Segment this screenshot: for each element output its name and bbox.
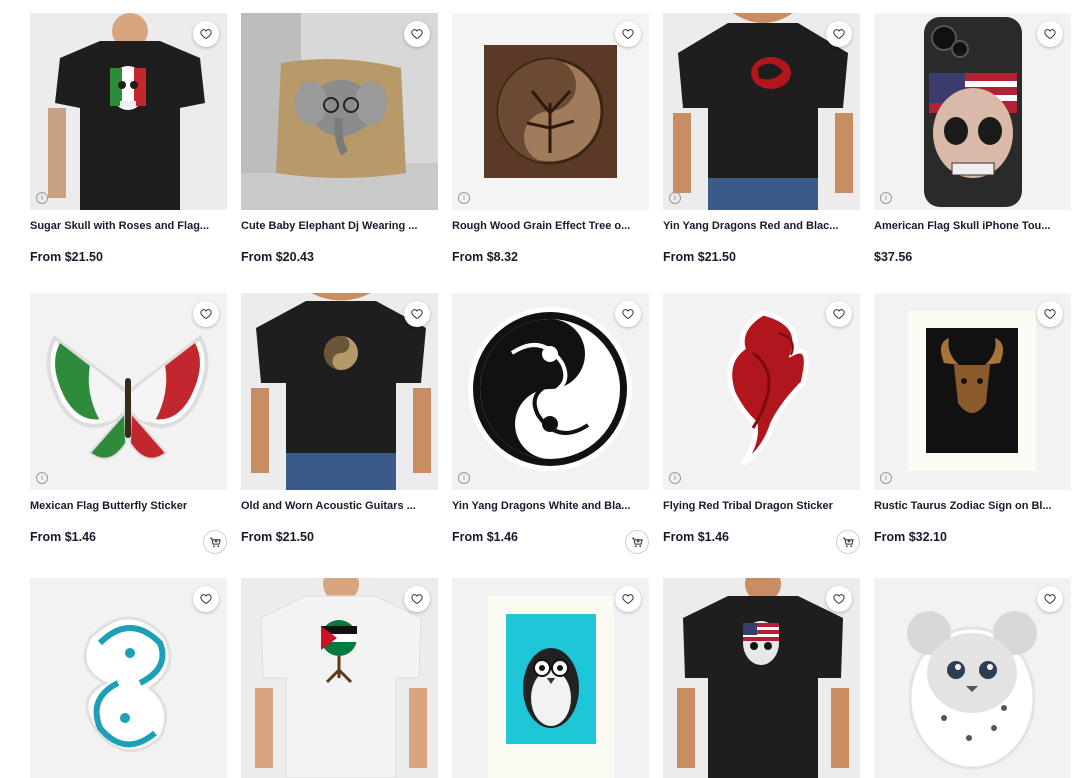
- heart-icon: [833, 29, 845, 40]
- product-image[interactable]: [241, 13, 438, 210]
- favorite-button[interactable]: [404, 301, 430, 327]
- product-price: From $21.50: [30, 250, 103, 264]
- favorite-button[interactable]: [193, 586, 219, 612]
- product-card[interactable]: Old and Worn Acoustic Guitars ... From $…: [241, 293, 438, 544]
- product-title[interactable]: Cute Baby Elephant Dj Wearing ...: [241, 220, 438, 232]
- product-image[interactable]: i: [663, 13, 860, 210]
- product-image[interactable]: i: [452, 293, 649, 490]
- product-title[interactable]: Yin Yang Dragons Red and Blac...: [663, 220, 860, 232]
- product-card[interactable]: i Sugar Skull with Roses and Flag... Fro…: [30, 13, 227, 264]
- heart-icon: [411, 29, 423, 40]
- info-icon[interactable]: i: [669, 472, 681, 484]
- favorite-button[interactable]: [1037, 586, 1063, 612]
- product-card[interactable]: i Yin Yang Dragons White and Bla... From…: [452, 293, 649, 554]
- product-card[interactable]: i Yin Yang Dragons Red and Blac... From …: [663, 13, 860, 264]
- heart-icon: [622, 309, 634, 320]
- product-price: From $21.50: [241, 530, 314, 544]
- favorite-button[interactable]: [193, 21, 219, 47]
- info-icon[interactable]: i: [36, 192, 48, 204]
- product-image[interactable]: [30, 578, 227, 778]
- favorite-button[interactable]: [615, 586, 641, 612]
- product-card[interactable]: [874, 578, 1071, 778]
- heart-icon: [1044, 309, 1056, 320]
- heart-icon: [200, 309, 212, 320]
- product-card[interactable]: [30, 578, 227, 778]
- info-icon[interactable]: i: [458, 192, 470, 204]
- add-to-cart-icon: [631, 537, 643, 547]
- heart-icon: [200, 594, 212, 605]
- product-card[interactable]: [241, 578, 438, 778]
- product-title[interactable]: Flying Red Tribal Dragon Sticker: [663, 500, 860, 512]
- add-to-cart-button[interactable]: [836, 530, 860, 554]
- heart-icon: [411, 594, 423, 605]
- product-title[interactable]: American Flag Skull iPhone Tou...: [874, 220, 1071, 232]
- product-card[interactable]: i Mexican Flag Butterfly Sticker From $1…: [30, 293, 227, 554]
- product-price: From $1.46: [452, 530, 519, 544]
- product-title[interactable]: Yin Yang Dragons White and Bla...: [452, 500, 649, 512]
- product-image[interactable]: [663, 578, 860, 778]
- product-image[interactable]: i: [452, 13, 649, 210]
- heart-icon: [1044, 29, 1056, 40]
- heart-icon: [833, 309, 845, 320]
- product-price: From $21.50: [663, 250, 736, 264]
- product-image[interactable]: i: [663, 293, 860, 490]
- product-image[interactable]: i: [874, 293, 1071, 490]
- favorite-button[interactable]: [615, 301, 641, 327]
- heart-icon: [622, 594, 634, 605]
- info-icon[interactable]: i: [36, 472, 48, 484]
- product-title[interactable]: Sugar Skull with Roses and Flag...: [30, 220, 227, 232]
- add-to-cart-icon: [842, 537, 854, 547]
- product-price: $37.56: [874, 250, 913, 264]
- info-icon[interactable]: i: [669, 192, 681, 204]
- product-card[interactable]: [663, 578, 860, 778]
- favorite-button[interactable]: [404, 21, 430, 47]
- heart-icon: [622, 29, 634, 40]
- add-to-cart-button[interactable]: [625, 530, 649, 554]
- product-title[interactable]: Rustic Taurus Zodiac Sign on Bl...: [874, 500, 1071, 512]
- favorite-button[interactable]: [615, 21, 641, 47]
- product-price: From $1.46: [30, 530, 97, 544]
- favorite-button[interactable]: [826, 586, 852, 612]
- favorite-button[interactable]: [826, 21, 852, 47]
- favorite-button[interactable]: [404, 586, 430, 612]
- product-image[interactable]: i: [874, 13, 1071, 210]
- product-price: From $32.10: [874, 530, 947, 544]
- product-title[interactable]: Old and Worn Acoustic Guitars ...: [241, 500, 438, 512]
- product-image[interactable]: [874, 578, 1071, 778]
- product-price: From $1.46: [663, 530, 730, 544]
- product-image[interactable]: [452, 578, 649, 778]
- info-icon[interactable]: i: [458, 472, 470, 484]
- product-card[interactable]: Cute Baby Elephant Dj Wearing ... From $…: [241, 13, 438, 264]
- product-image[interactable]: i: [30, 293, 227, 490]
- product-card[interactable]: i Rustic Taurus Zodiac Sign on Bl... Fro…: [874, 293, 1071, 544]
- product-price: From $20.43: [241, 250, 314, 264]
- favorite-button[interactable]: [193, 301, 219, 327]
- favorite-button[interactable]: [1037, 301, 1063, 327]
- heart-icon: [200, 29, 212, 40]
- product-image[interactable]: i: [30, 13, 227, 210]
- favorite-button[interactable]: [826, 301, 852, 327]
- heart-icon: [411, 309, 423, 320]
- heart-icon: [833, 594, 845, 605]
- product-title[interactable]: Mexican Flag Butterfly Sticker: [30, 500, 227, 512]
- add-to-cart-button[interactable]: [203, 530, 227, 554]
- product-card[interactable]: [452, 578, 649, 778]
- product-title[interactable]: Rough Wood Grain Effect Tree o...: [452, 220, 649, 232]
- product-card[interactable]: i Rough Wood Grain Effect Tree o... From…: [452, 13, 649, 264]
- product-image[interactable]: [241, 578, 438, 778]
- add-to-cart-icon: [209, 537, 221, 547]
- info-icon[interactable]: i: [880, 192, 892, 204]
- heart-icon: [1044, 594, 1056, 605]
- product-image[interactable]: [241, 293, 438, 490]
- product-price: From $8.32: [452, 250, 519, 264]
- product-card[interactable]: i American Flag Skull iPhone Tou... $37.…: [874, 13, 1071, 264]
- favorite-button[interactable]: [1037, 21, 1063, 47]
- info-icon[interactable]: i: [880, 472, 892, 484]
- product-card[interactable]: i Flying Red Tribal Dragon Sticker From …: [663, 293, 860, 554]
